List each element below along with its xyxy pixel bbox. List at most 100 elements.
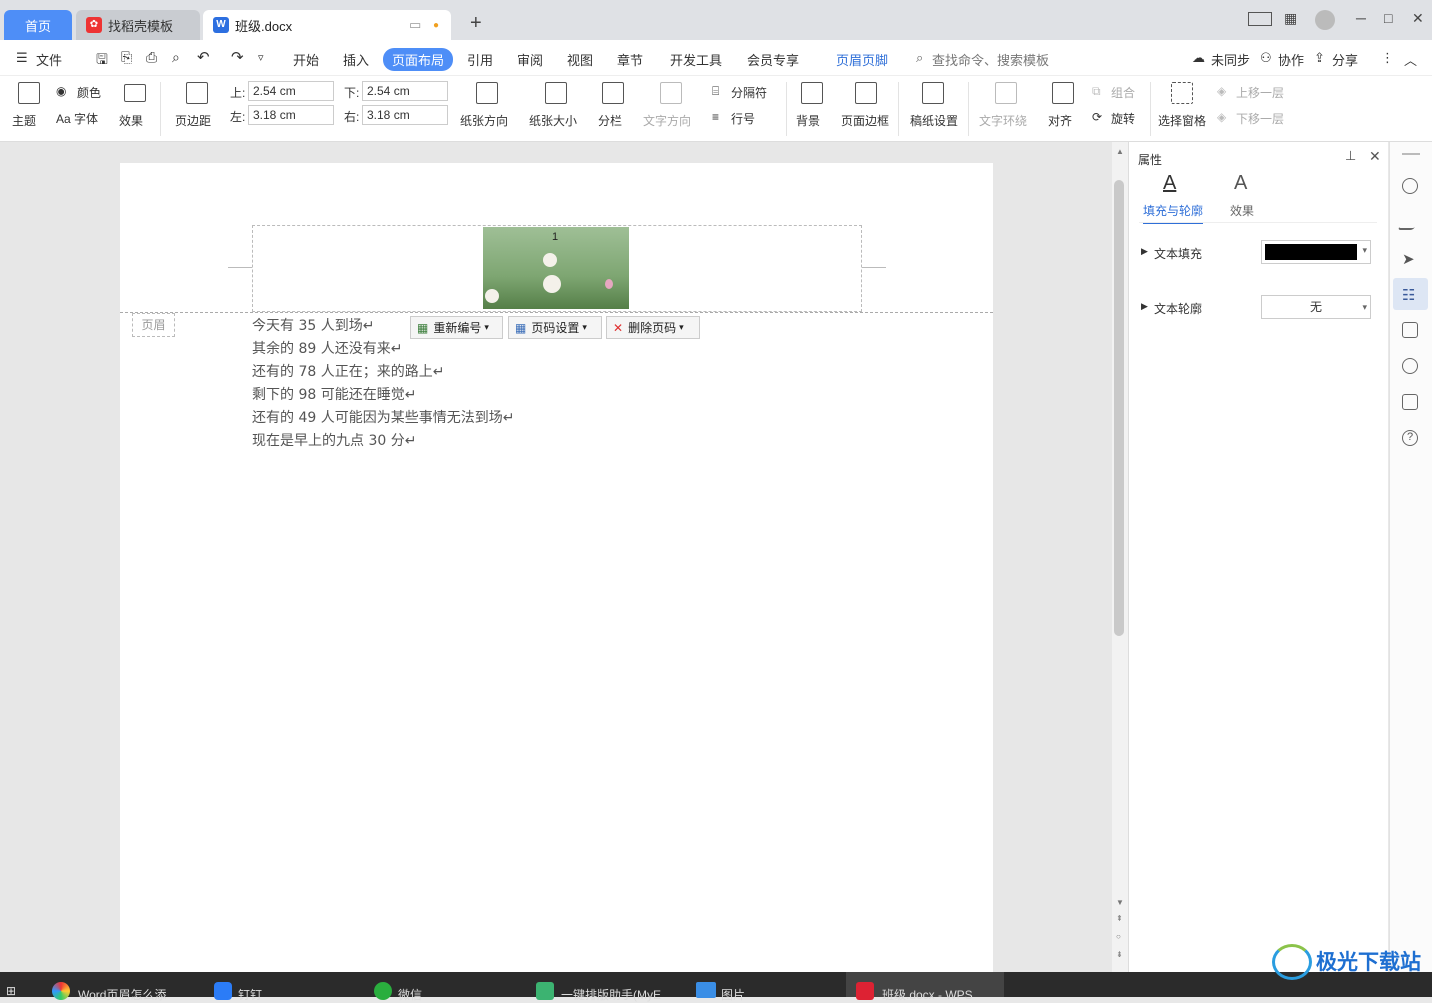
delete-page-number-button[interactable]: ✕ 删除页码 ▾	[606, 316, 700, 339]
taskview-icon[interactable]: ⊞	[6, 984, 16, 998]
select-browse-icon[interactable]: ○	[1116, 932, 1121, 941]
rocket-icon[interactable]	[1402, 178, 1418, 194]
taskbar-item-wechat[interactable]: 微信	[398, 986, 422, 1003]
panel-close-icon[interactable]: ✕	[1369, 148, 1381, 165]
prev-page-icon[interactable]: ⇞	[1116, 914, 1123, 923]
separator-button[interactable]: 分隔符	[731, 84, 767, 101]
align-button[interactable]: 对齐	[1048, 112, 1072, 129]
font-button[interactable]: Aa 字体	[56, 110, 98, 127]
menu-chapter[interactable]: 章节	[617, 50, 643, 69]
image-tools-icon[interactable]	[1402, 322, 1418, 338]
sliders-icon[interactable]: ☷	[1402, 286, 1418, 304]
share-button[interactable]: 分享	[1332, 50, 1358, 69]
scroll-down-icon[interactable]: ▼	[1116, 898, 1124, 907]
tab-fill-outline[interactable]: 填充与轮廓	[1143, 202, 1204, 224]
menu-insert[interactable]: 插入	[343, 50, 369, 69]
manuscript-button[interactable]: 稿纸设置	[910, 112, 958, 129]
group-button[interactable]: 组合	[1111, 84, 1135, 101]
more-icon[interactable]: ⋮	[1381, 50, 1394, 66]
sync-status[interactable]: 未同步	[1211, 50, 1250, 69]
menu-start[interactable]: 开始	[293, 50, 319, 69]
effect-tab-icon[interactable]: A	[1234, 172, 1247, 195]
doc-line-3[interactable]: 还有的 78 人正在；来的路上↵	[252, 361, 444, 381]
apps-grid-icon[interactable]: ▦	[1284, 10, 1297, 27]
left-margin-input[interactable]: 3.18 cm	[248, 105, 334, 125]
save-icon[interactable]: 🖫	[96, 49, 108, 73]
menu-view[interactable]: 视图	[567, 50, 593, 69]
doc-line-5[interactable]: 还有的 49 人可能因为某些事情无法到场↵	[252, 407, 514, 427]
layout-toggle-icon[interactable]	[1248, 12, 1272, 26]
book-icon[interactable]	[1402, 394, 1418, 410]
send-backward-button[interactable]: 下移一层	[1236, 110, 1284, 127]
renumber-button[interactable]: ▦ 重新编号 ▾	[410, 316, 503, 339]
menu-review[interactable]: 审阅	[517, 50, 543, 69]
color-button[interactable]: 颜色	[77, 84, 101, 101]
help-icon[interactable]: ?	[1402, 430, 1418, 446]
page-setup-button[interactable]: ▦ 页码设置 ▾	[508, 316, 602, 339]
more-chevron-icon[interactable]: ▿	[258, 51, 264, 64]
tab-effect[interactable]: 效果	[1230, 202, 1254, 219]
avatar[interactable]	[1315, 10, 1335, 30]
bring-forward-button[interactable]: 上移一层	[1236, 84, 1284, 101]
doc-line-2[interactable]: 其余的 89 人还没有来↵	[252, 338, 402, 358]
page-number[interactable]: 1	[552, 231, 558, 243]
background-button[interactable]: 背景	[796, 112, 820, 129]
print-icon[interactable]: ⎙	[146, 49, 157, 66]
tab-home[interactable]: 首页	[4, 10, 72, 40]
menu-dev-tools[interactable]: 开发工具	[670, 50, 722, 69]
bottom-margin-input[interactable]: 2.54 cm	[362, 81, 448, 101]
taskbar-item-dingtalk[interactable]: 钉钉	[238, 986, 262, 1003]
export-icon[interactable]: ⎘	[121, 49, 132, 66]
selection-pane-button[interactable]: 选择窗格	[1158, 112, 1206, 129]
next-page-icon[interactable]: ⇟	[1116, 950, 1123, 959]
paper-size-button[interactable]: 纸张大小	[529, 112, 577, 129]
doc-line-4[interactable]: 剩下的 98 可能还在睡觉↵	[252, 384, 416, 404]
menu-reference[interactable]: 引用	[467, 50, 493, 69]
text-outline-select[interactable]: 无 ▾	[1261, 295, 1371, 319]
text-direction-button[interactable]: 文字方向	[643, 112, 691, 129]
lotus-header-image[interactable]: 1	[483, 227, 629, 309]
menu-member[interactable]: 会员专享	[747, 50, 799, 69]
columns-button[interactable]: 分栏	[598, 112, 622, 129]
menu-page-layout[interactable]: 页面布局	[383, 48, 454, 71]
taskbar-item-browser[interactable]: Word页眉怎么添	[78, 986, 166, 1003]
collab-button[interactable]: 协作	[1278, 50, 1304, 69]
doc-line-1[interactable]: 今天有 35 人到场↵	[252, 315, 374, 335]
theme-button[interactable]: 主题	[12, 112, 36, 129]
undo-icon[interactable]: ↶	[197, 48, 210, 66]
close-button[interactable]: ✕	[1412, 10, 1424, 27]
right-margin-input[interactable]: 3.18 cm	[362, 105, 448, 125]
page-border-button[interactable]: 页面边框	[841, 112, 889, 129]
redo-icon[interactable]: ↷	[231, 48, 244, 66]
orientation-button[interactable]: 纸张方向	[460, 112, 508, 129]
rotate-button[interactable]: 旋转	[1111, 110, 1135, 127]
tab-document[interactable]: W 班级.docx ▭ ●	[203, 10, 451, 40]
command-search[interactable]: 查找命令、搜索模板	[932, 50, 1049, 69]
effect-button[interactable]: 效果	[119, 112, 143, 129]
monitor-icon[interactable]: ▭	[409, 17, 421, 33]
pin-icon[interactable]: ⊥	[1345, 148, 1356, 164]
text-wrap-button[interactable]: 文字环绕	[979, 112, 1027, 129]
hamburger-icon[interactable]: ☰	[16, 50, 28, 66]
new-tab-button[interactable]: +	[460, 8, 482, 38]
expand-arrow-icon[interactable]: ▶	[1141, 246, 1148, 257]
line-number-button[interactable]: 行号	[731, 110, 755, 127]
taskbar-item-pictures[interactable]: 图片	[721, 986, 745, 1003]
menu-file[interactable]: 文件	[36, 50, 62, 69]
preview-icon[interactable]: ⌕	[172, 49, 180, 66]
fill-outline-icon[interactable]: A	[1163, 172, 1176, 195]
cursor-icon[interactable]: ➤	[1402, 250, 1418, 268]
scrollbar-thumb[interactable]	[1114, 180, 1124, 636]
menu-header-footer[interactable]: 页眉页脚	[836, 50, 888, 69]
minimize-button[interactable]: ─	[1356, 10, 1366, 26]
top-margin-input[interactable]: 2.54 cm	[248, 81, 334, 101]
tab-find-template[interactable]: ✿ 找稻壳模板	[76, 10, 200, 40]
panel-title[interactable]: 属性	[1138, 151, 1162, 168]
taskbar-item-layout-helper[interactable]: 一键排版助手(MyE	[561, 986, 661, 1003]
expand-arrow-icon[interactable]: ▶	[1141, 301, 1148, 312]
maximize-button[interactable]: □	[1384, 10, 1392, 26]
doc-line-6[interactable]: 现在是早上的九点 30 分↵	[252, 430, 416, 450]
text-fill-color-picker[interactable]: ▾	[1261, 240, 1371, 264]
compass-icon[interactable]	[1402, 358, 1418, 374]
scroll-up-icon[interactable]: ▲	[1116, 147, 1124, 156]
